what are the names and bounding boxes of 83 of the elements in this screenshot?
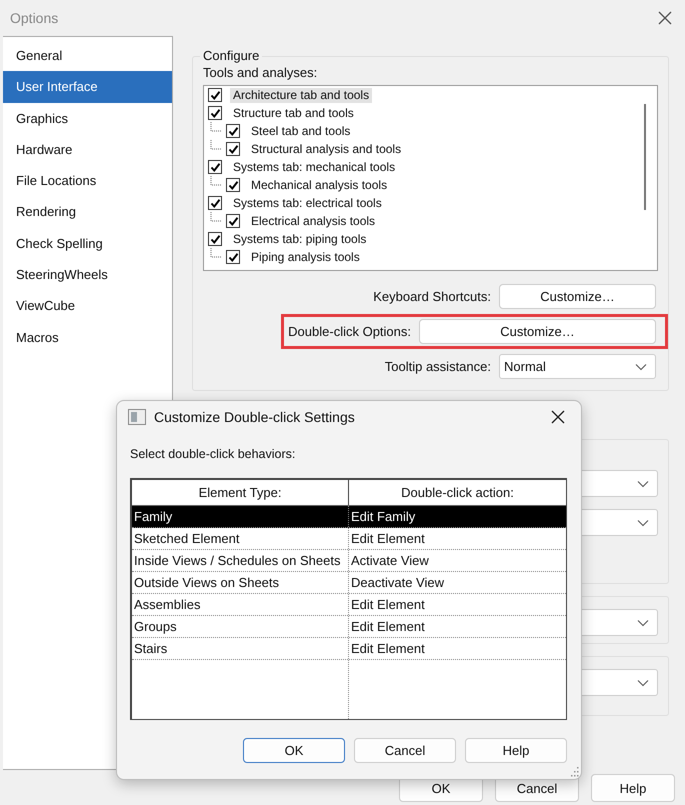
tree-item[interactable]: Systems tab: piping tools: [230, 232, 370, 246]
table-cell-text: Deactivate View: [350, 574, 445, 592]
sidebar-item[interactable]: General: [3, 40, 172, 72]
table-cell-text: Edit Element: [350, 640, 426, 658]
scrollbar-thumb[interactable]: [644, 104, 646, 210]
dialog-button[interactable]: Help: [591, 774, 675, 802]
checkbox[interactable]: [208, 160, 222, 174]
table-row[interactable]: Family Edit Family: [132, 506, 566, 528]
column-header[interactable]: Double-click action:: [349, 480, 566, 505]
tree-connector: [210, 176, 222, 186]
checkbox[interactable]: [226, 250, 240, 264]
sidebar-item[interactable]: User Interface: [3, 71, 172, 103]
checkbox[interactable]: [208, 88, 222, 102]
chevron-icon: [637, 678, 649, 686]
table-row[interactable]: Assemblies Edit Element: [132, 594, 566, 616]
table-row[interactable]: Outside Views on Sheets Deactivate View: [132, 572, 566, 594]
table-cell-text: Activate View: [350, 552, 430, 570]
table-row[interactable]: Groups Edit Element: [132, 616, 566, 638]
tree-connector: [210, 140, 222, 150]
checkbox[interactable]: [208, 196, 222, 210]
dropdown-field[interactable]: Normal: [499, 354, 656, 379]
table-cell: Outside Views on Sheets: [132, 572, 349, 593]
dialog-button[interactable]: Cancel: [354, 738, 456, 763]
tree-item[interactable]: Structure tab and tools: [230, 106, 357, 120]
customize-button[interactable]: Customize…: [419, 319, 656, 344]
tree-item[interactable]: Structural analysis and tools: [248, 142, 404, 156]
tree-item[interactable]: Systems tab: electrical tools: [230, 196, 385, 210]
setting-label: Tooltip assistance:: [384, 359, 492, 374]
customize-button[interactable]: Customize…: [499, 284, 656, 309]
sidebar-item[interactable]: Macros: [3, 322, 172, 353]
table-cell: Family: [132, 506, 349, 527]
checkbox[interactable]: [226, 214, 240, 228]
chevron-icon: [637, 518, 649, 526]
checkbox[interactable]: [226, 178, 240, 192]
table-cell: Inside Views / Schedules on Sheets: [132, 550, 349, 571]
sidebar-item[interactable]: SteeringWheels: [3, 259, 172, 290]
chevron-icon: [637, 480, 649, 488]
table-cell: Sketched Element: [132, 528, 349, 549]
tree-item[interactable]: Systems tab: mechanical tools: [230, 160, 398, 174]
sidebar-item[interactable]: File Locations: [3, 165, 172, 196]
chevron-icon: [637, 618, 649, 626]
setting-label: Double-click Options:: [287, 324, 412, 339]
tree-connector: [210, 212, 222, 222]
table-cell-text: Edit Family: [350, 508, 416, 526]
tree-connector: [210, 248, 222, 258]
table-row[interactable]: Inside Views / Schedules on Sheets Activate View: [132, 550, 566, 572]
dialog-title: Customize Double-click Settings: [154, 409, 356, 425]
table-cell: Assemblies: [132, 594, 349, 615]
checkbox[interactable]: [226, 142, 240, 156]
tree-item[interactable]: Electrical analysis tools: [248, 214, 378, 228]
tree-item[interactable]: Mechanical analysis tools: [248, 178, 390, 192]
setting-label: Keyboard Shortcuts:: [372, 289, 492, 304]
table-cell: Stairs: [132, 638, 349, 659]
chevron-icon: [635, 362, 647, 370]
resize-grip[interactable]: [569, 767, 579, 777]
sidebar-item[interactable]: ViewCube: [3, 290, 172, 322]
table-cell: Groups: [132, 616, 349, 637]
sidebar-item[interactable]: Hardware: [3, 134, 172, 166]
table-cell-text: Edit Element: [350, 530, 426, 548]
tree-connector: [210, 122, 222, 132]
tools-label: Tools and analyses:: [203, 65, 318, 80]
checkbox[interactable]: [226, 124, 240, 138]
checkbox[interactable]: [208, 106, 222, 120]
checkbox[interactable]: [208, 232, 222, 246]
dialog-button[interactable]: Help: [465, 738, 567, 763]
window-title: Options: [10, 10, 58, 26]
table-row[interactable]: Stairs Edit Element: [132, 638, 566, 660]
table-cell-text: Edit Element: [350, 596, 426, 614]
sidebar-item[interactable]: Check Spelling: [3, 228, 172, 260]
column-header[interactable]: Element Type:: [132, 480, 349, 505]
tree-item[interactable]: Piping analysis tools: [248, 250, 363, 264]
tree-item[interactable]: Steel tab and tools: [248, 124, 354, 138]
close-icon[interactable]: [551, 410, 565, 424]
dialog-button[interactable]: OK: [243, 738, 345, 763]
close-icon[interactable]: [658, 11, 672, 25]
table-row[interactable]: Sketched Element Edit Element: [132, 528, 566, 550]
table-cell-text: Edit Element: [350, 618, 426, 636]
sidebar-item[interactable]: Graphics: [3, 102, 172, 134]
prompt-text: Select double-click behaviors:: [130, 447, 296, 461]
tree-item[interactable]: Architecture tab and tools: [230, 88, 372, 102]
group-title: Configure: [200, 48, 262, 63]
sidebar-item[interactable]: Rendering: [3, 196, 172, 228]
window-icon: [128, 409, 146, 425]
